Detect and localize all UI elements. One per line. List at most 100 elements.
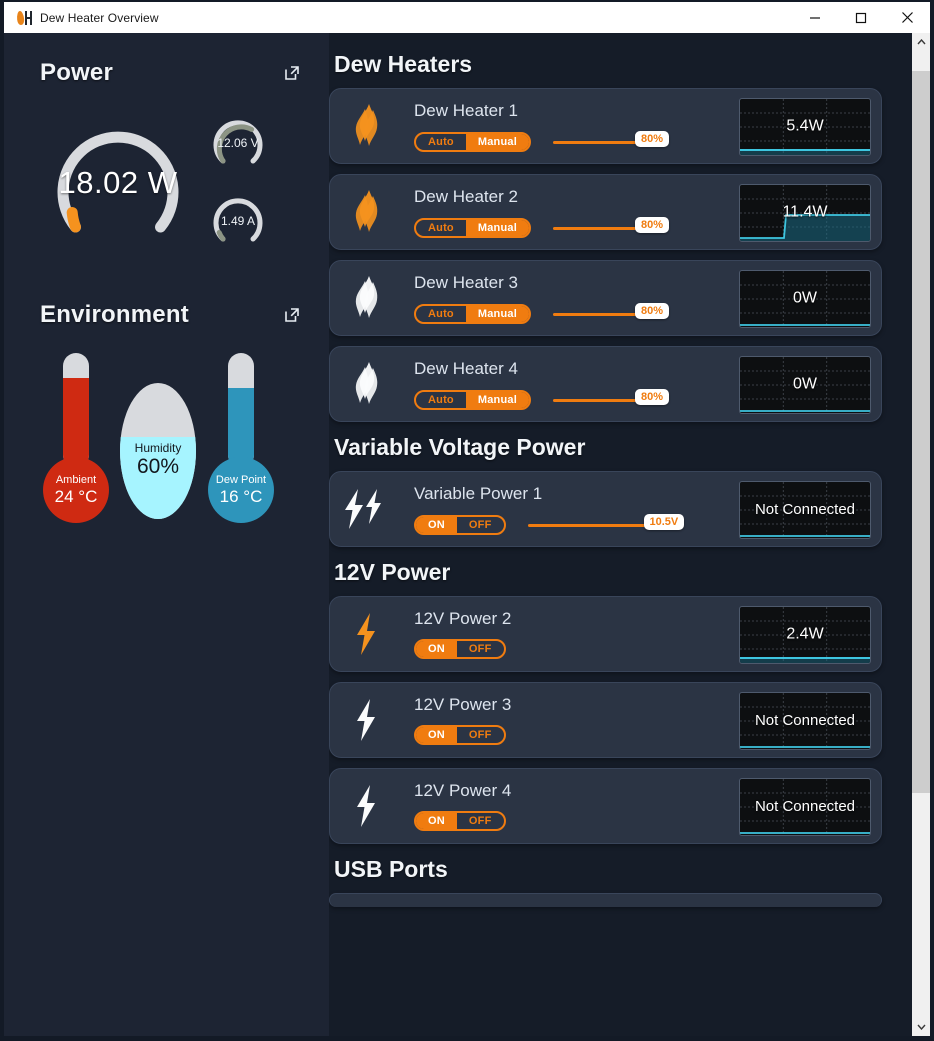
- toggle-option-right[interactable]: Manual: [465, 392, 529, 408]
- slider-track[interactable]: [552, 313, 639, 316]
- vertical-scrollbar[interactable]: [912, 33, 930, 1036]
- close-button[interactable]: [884, 2, 930, 33]
- scrollbar-thumb[interactable]: [912, 71, 930, 794]
- humidity-caption: Humidity: [134, 441, 182, 455]
- toggle-option-left[interactable]: ON: [416, 813, 457, 829]
- device-card: Dew Heater 4 Auto Manual 80% 0W: [329, 346, 882, 422]
- group-title: 12V Power: [334, 559, 451, 585]
- bolt-glyph: [357, 785, 375, 827]
- flame-glyph: [355, 190, 378, 232]
- level-slider[interactable]: 80%: [552, 389, 687, 411]
- toggle-option-left[interactable]: Auto: [416, 306, 466, 322]
- level-slider[interactable]: 10.5V: [527, 514, 696, 536]
- card-title: Dew Heater 2: [414, 187, 518, 206]
- dewpoint-value: 16 °C: [219, 486, 263, 506]
- power-section-header: Power: [4, 55, 329, 91]
- mode-toggle[interactable]: Auto Manual: [414, 132, 531, 152]
- device-card: 12V Power 2 ON OFF 2.4W: [329, 596, 882, 672]
- slider-value-bubble: 80%: [634, 389, 669, 405]
- dewpoint-thermometer: Dew Point 16 °C: [208, 353, 274, 523]
- window-titlebar: Dew Heater Overview: [4, 2, 930, 33]
- card-body: Dew Heater 4 Auto Manual 80% 0W: [402, 347, 881, 421]
- bolt-icon: [330, 683, 402, 757]
- environment-section-header: Environment: [4, 297, 329, 333]
- scroll-up-arrow[interactable]: [912, 33, 930, 51]
- toggle-option-right[interactable]: OFF: [457, 813, 504, 829]
- external-link-icon[interactable]: [283, 64, 301, 82]
- scroll-down-arrow[interactable]: [912, 1018, 930, 1036]
- chart-reading: Not Connected: [754, 798, 856, 816]
- level-slider[interactable]: 80%: [552, 131, 687, 153]
- humidity-gauge: Humidity 60%: [120, 383, 196, 519]
- chart-reading: 5.4W: [786, 117, 824, 135]
- slider-track[interactable]: [552, 227, 639, 230]
- card-title: 12V Power 4: [414, 781, 512, 800]
- toggle-option-left[interactable]: ON: [416, 517, 457, 533]
- mode-toggle[interactable]: ON OFF: [414, 639, 506, 659]
- group-title: Dew Heaters: [334, 51, 473, 77]
- power-mini-chart: Not Connected: [739, 778, 871, 836]
- mode-toggle[interactable]: ON OFF: [414, 515, 506, 535]
- chart-reading: 11.4W: [782, 203, 828, 221]
- humidity-value: 60%: [136, 455, 180, 478]
- toggle-option-right[interactable]: OFF: [457, 517, 504, 533]
- slider-track[interactable]: [552, 141, 639, 144]
- power-mini-chart: Not Connected: [739, 481, 871, 539]
- device-card: 12V Power 4 ON OFF Not Connected: [329, 768, 882, 844]
- ambient-value: 24 °C: [54, 486, 98, 506]
- toggle-option-left[interactable]: ON: [416, 641, 457, 657]
- device-card: 12V Power 3 ON OFF Not Connected: [329, 682, 882, 758]
- total-power-value: 18.02 W: [58, 165, 178, 200]
- card-title: Dew Heater 3: [414, 273, 518, 292]
- toggle-option-right[interactable]: Manual: [465, 306, 529, 322]
- mode-toggle[interactable]: ON OFF: [414, 811, 506, 831]
- bolt-glyph: [357, 699, 375, 741]
- toggle-option-left[interactable]: Auto: [416, 392, 466, 408]
- toggle-option-right[interactable]: Manual: [465, 134, 529, 150]
- flame-glyph: [355, 104, 378, 146]
- slider-track[interactable]: [552, 399, 639, 402]
- chart-reading: 0W: [793, 375, 817, 393]
- toggle-option-right[interactable]: OFF: [457, 641, 504, 657]
- card-body: Variable Power 1 ON OFF 10.5V Not Connected: [402, 472, 881, 546]
- app-window: Dew Heater Overview Power 18.02 W 12.06 …: [0, 0, 934, 1041]
- bolt-icon: [330, 769, 402, 843]
- power-gauges: 18.02 W 12.06 V 1.49 A: [4, 103, 329, 275]
- slider-value-bubble: 80%: [634, 303, 669, 319]
- card-body: 12V Power 2 ON OFF 2.4W: [402, 597, 881, 671]
- toggle-option-left[interactable]: Auto: [416, 134, 466, 150]
- power-mini-chart: 0W: [739, 270, 871, 328]
- toggle-option-right[interactable]: Manual: [465, 220, 529, 236]
- flame-icon: [330, 261, 402, 335]
- window-title: Dew Heater Overview: [40, 10, 159, 25]
- scroll-content: Dew Heaters Dew Heater 1 Auto Manual 80% 5.…: [329, 33, 912, 1036]
- device-card: Dew Heater 2 Auto Manual 80% 11.4W: [329, 174, 882, 250]
- power-title: Power: [40, 59, 114, 86]
- app-body: Power 18.02 W 12.06 V 1.49 A Environment…: [4, 33, 930, 1036]
- power-mini-chart: 2.4W: [739, 606, 871, 664]
- device-card: Variable Power 1 ON OFF 10.5V Not Connected: [329, 471, 882, 547]
- level-slider[interactable]: 80%: [552, 217, 687, 239]
- toggle-option-left[interactable]: Auto: [416, 220, 466, 236]
- flame-icon: [330, 347, 402, 421]
- toggle-option-right[interactable]: OFF: [457, 727, 504, 743]
- voltage-value: 12.06 V: [217, 136, 259, 150]
- card-body: Dew Heater 2 Auto Manual 80% 11.4W: [402, 175, 881, 249]
- level-slider[interactable]: 80%: [552, 303, 687, 325]
- mode-toggle[interactable]: Auto Manual: [414, 218, 531, 238]
- minimize-button[interactable]: [792, 2, 838, 33]
- maximize-button[interactable]: [838, 2, 884, 33]
- double-bolt-glyph: [345, 489, 381, 529]
- card-body: Dew Heater 1 Auto Manual 80% 5.4W: [402, 89, 881, 163]
- slider-track[interactable]: [527, 524, 648, 527]
- group-title: Variable Voltage Power: [334, 434, 586, 460]
- external-link-icon[interactable]: [283, 306, 301, 324]
- environment-title: Environment: [40, 301, 189, 328]
- mode-toggle[interactable]: ON OFF: [414, 725, 506, 745]
- toggle-option-left[interactable]: ON: [416, 727, 457, 743]
- mode-toggle[interactable]: Auto Manual: [414, 304, 531, 324]
- bolt-icon: [330, 597, 402, 671]
- environment-gauges: Ambient 24 °C Humidity 60% Dew Point 16 …: [4, 347, 329, 547]
- mode-toggle[interactable]: Auto Manual: [414, 390, 531, 410]
- card-title: Dew Heater 4: [414, 359, 518, 378]
